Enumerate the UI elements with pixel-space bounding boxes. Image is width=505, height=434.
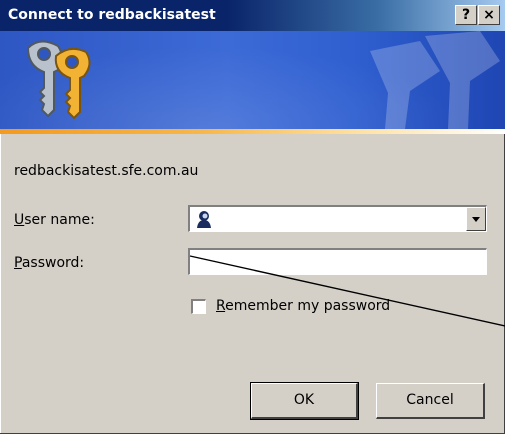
ok-button[interactable]: OK: [250, 382, 359, 420]
remember-label-accesskey: R: [216, 298, 226, 314]
chevron-down-icon: [472, 217, 480, 222]
password-label: Password:: [14, 255, 84, 271]
remember-label-text: emember my password: [225, 298, 391, 314]
username-label-text: ser name:: [24, 212, 95, 228]
keys-watermark-icon: [370, 31, 500, 129]
keys-icon: [26, 40, 91, 120]
username-combobox[interactable]: [188, 205, 487, 232]
password-label-accesskey: P: [14, 255, 22, 271]
login-dialog: Connect to redbackisatest ? × redbackisa…: [0, 0, 505, 434]
banner-accent-strip: [0, 129, 505, 134]
username-label-accesskey: U: [14, 212, 25, 228]
window-title: Connect to redbackisatest: [8, 7, 216, 23]
help-button[interactable]: ?: [455, 5, 477, 25]
username-dropdown-button[interactable]: [466, 207, 486, 231]
title-bar[interactable]: Connect to redbackisatest ? ×: [0, 0, 505, 31]
remember-password-checkbox[interactable]: [191, 299, 206, 314]
username-label: User name:: [14, 212, 95, 228]
close-button[interactable]: ×: [478, 5, 500, 25]
password-field[interactable]: [188, 248, 487, 275]
cancel-button[interactable]: Cancel: [376, 383, 485, 419]
server-name: redbackisatest.sfe.com.au: [14, 163, 199, 179]
remember-password-label[interactable]: Remember my password: [216, 298, 390, 314]
password-label-text: assword:: [21, 255, 85, 271]
user-icon: [197, 211, 211, 228]
